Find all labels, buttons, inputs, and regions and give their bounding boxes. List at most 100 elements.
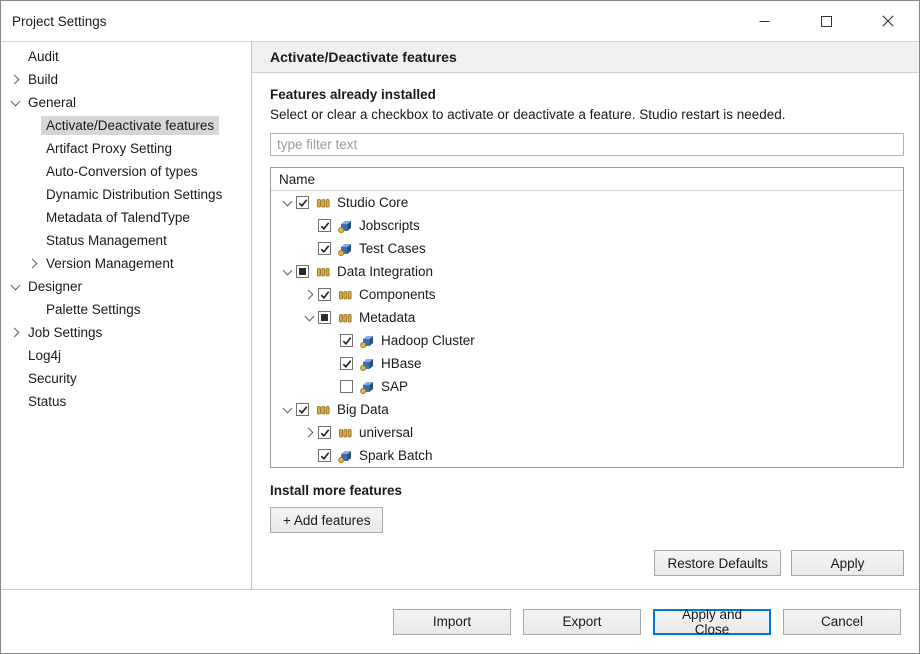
checkbox-checked[interactable] <box>340 357 353 370</box>
maximize-button[interactable] <box>795 1 857 41</box>
check-icon <box>320 428 330 438</box>
chevron-down-icon[interactable] <box>279 270 296 274</box>
cancel-button[interactable]: Cancel <box>783 609 901 635</box>
chevron-right-icon[interactable] <box>301 291 318 298</box>
checkbox-partial[interactable] <box>296 265 309 278</box>
window-title: Project Settings <box>12 14 107 29</box>
export-button[interactable]: Export <box>523 609 641 635</box>
minimize-button[interactable] <box>733 1 795 41</box>
tree-row-big-data[interactable]: Big Data <box>271 398 903 421</box>
checkbox-checked[interactable] <box>296 403 309 416</box>
checkbox-slot <box>340 334 359 347</box>
chevron-down-icon[interactable] <box>7 101 23 105</box>
chevron-glyph <box>283 196 293 206</box>
checkbox-checked[interactable] <box>318 219 331 232</box>
chevron-right-icon[interactable] <box>301 429 318 436</box>
chevron-down-icon[interactable] <box>301 316 318 320</box>
feature-plugin-icon <box>337 448 353 464</box>
tree-row-sap[interactable]: SAP <box>271 375 903 398</box>
check-icon <box>320 290 330 300</box>
import-button[interactable]: Import <box>393 609 511 635</box>
close-button[interactable] <box>857 1 919 41</box>
sidebar-item-status-management[interactable]: Status Management <box>1 229 251 252</box>
checkbox-checked[interactable] <box>318 288 331 301</box>
tree-item-label: Data Integration <box>336 264 433 279</box>
apply-button[interactable]: Apply <box>791 550 904 576</box>
tree-item-label: Hadoop Cluster <box>380 333 475 348</box>
sidebar-item-activate-deactivate-features[interactable]: Activate/Deactivate features <box>1 114 251 137</box>
chevron-glyph <box>27 259 37 269</box>
sidebar-item-designer[interactable]: Designer <box>1 275 251 298</box>
checkbox-checked[interactable] <box>318 449 331 462</box>
features-tree: Name Studio CoreJobscriptsTest CasesData… <box>270 167 904 468</box>
feature-group-icon <box>337 425 353 441</box>
feature-group-icon <box>315 402 331 418</box>
tree-row-spark-batch[interactable]: Spark Batch <box>271 444 903 467</box>
tree-item-label: Components <box>358 287 436 302</box>
sidebar-item-audit[interactable]: Audit <box>1 45 251 68</box>
chevron-right-icon[interactable] <box>7 76 23 83</box>
check-icon <box>298 405 308 415</box>
tree-row-metadata[interactable]: Metadata <box>271 306 903 329</box>
tree-row-data-integration[interactable]: Data Integration <box>271 260 903 283</box>
sidebar-item-dynamic-distribution-settings[interactable]: Dynamic Distribution Settings <box>1 183 251 206</box>
tree-item-label: SAP <box>380 379 408 394</box>
settings-sidebar-tree: Audit Build General Activate/Deactivate fea… <box>1 42 252 589</box>
tree-row-studio-core[interactable]: Studio Core <box>271 191 903 214</box>
sidebar-item-artifact-proxy-setting[interactable]: Artifact Proxy Setting <box>1 137 251 160</box>
tree-row-hadoop-cluster[interactable]: Hadoop Cluster <box>271 329 903 352</box>
sidebar-item-status[interactable]: Status <box>1 390 251 413</box>
sidebar-item-label: Version Management <box>41 254 179 273</box>
sidebar-item-security[interactable]: Security <box>1 367 251 390</box>
sidebar-item-build[interactable]: Build <box>1 68 251 91</box>
tree-row-jobscripts[interactable]: Jobscripts <box>271 214 903 237</box>
chevron-right-icon[interactable] <box>25 260 41 267</box>
sidebar-item-label: Status Management <box>41 231 172 250</box>
sidebar-item-log4j[interactable]: Log4j <box>1 344 251 367</box>
sidebar-item-label: General <box>23 93 81 112</box>
tree-row-hbase[interactable]: HBase <box>271 352 903 375</box>
tree-row-components[interactable]: Components <box>271 283 903 306</box>
titlebar: Project Settings <box>1 1 919 41</box>
sidebar-item-job-settings[interactable]: Job Settings <box>1 321 251 344</box>
checkbox-slot <box>318 242 337 255</box>
sidebar-item-label: Auto-Conversion of types <box>41 162 203 181</box>
sidebar-item-label: Palette Settings <box>41 300 146 319</box>
sidebar-item-label: Job Settings <box>23 323 107 342</box>
tree-item-icon-slot <box>337 310 358 326</box>
tree-item-label: Spark Batch <box>358 448 433 463</box>
checkbox-checked[interactable] <box>340 334 353 347</box>
checkbox-slot <box>318 449 337 462</box>
minimize-icon <box>759 16 770 27</box>
chevron-right-icon[interactable] <box>7 329 23 336</box>
check-icon <box>320 451 330 461</box>
chevron-down-icon[interactable] <box>279 408 296 412</box>
chevron-down-icon[interactable] <box>7 285 23 289</box>
sidebar-item-general[interactable]: General <box>1 91 251 114</box>
tree-item-label: HBase <box>380 356 422 371</box>
checkbox-slot <box>296 403 315 416</box>
add-features-button[interactable]: + Add features <box>270 507 383 533</box>
sidebar-item-palette-settings[interactable]: Palette Settings <box>1 298 251 321</box>
close-icon <box>882 15 894 27</box>
pane-button-row: Restore Defaults Apply <box>654 550 904 576</box>
checkbox-checked[interactable] <box>318 242 331 255</box>
checkbox-checked[interactable] <box>296 196 309 209</box>
restore-defaults-button[interactable]: Restore Defaults <box>654 550 781 576</box>
sidebar-item-label: Audit <box>23 47 64 66</box>
checkbox-checked[interactable] <box>318 426 331 439</box>
checkbox-unchecked[interactable] <box>340 380 353 393</box>
checkbox-slot <box>296 196 315 209</box>
main-content: Features already installed Select or cle… <box>252 73 919 589</box>
sidebar-item-version-management[interactable]: Version Management <box>1 252 251 275</box>
sidebar-item-metadata-of-talendtype[interactable]: Metadata of TalendType <box>1 206 251 229</box>
feature-plugin-icon <box>337 241 353 257</box>
checkbox-slot <box>318 311 337 324</box>
checkbox-partial[interactable] <box>318 311 331 324</box>
tree-row-universal[interactable]: universal <box>271 421 903 444</box>
tree-row-test-cases[interactable]: Test Cases <box>271 237 903 260</box>
sidebar-item-auto-conversion-of-types[interactable]: Auto-Conversion of types <box>1 160 251 183</box>
filter-input[interactable] <box>270 133 904 156</box>
chevron-down-icon[interactable] <box>279 201 296 205</box>
apply-and-close-button[interactable]: Apply and Close <box>653 609 771 635</box>
